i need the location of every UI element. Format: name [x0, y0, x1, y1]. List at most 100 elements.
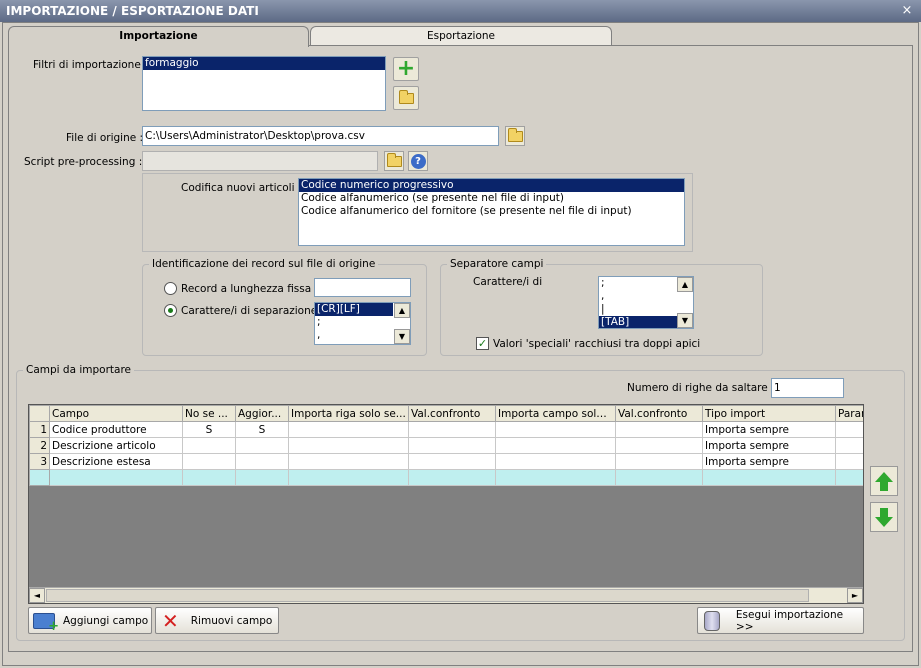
add-filter-button[interactable]: + [393, 57, 419, 81]
filter-item[interactable]: formaggio [143, 57, 385, 70]
browse-script-button[interactable] [384, 151, 404, 171]
radio-sep[interactable] [164, 304, 177, 317]
table-cell[interactable] [182, 437, 236, 454]
add-field-label: Aggiungi campo [63, 614, 149, 627]
scroll-down-icon[interactable]: ▼ [394, 329, 410, 344]
encoding-item[interactable]: Codice alfanumerico (se presente nel fil… [299, 192, 684, 205]
table-cell[interactable]: Codice produttore [49, 421, 183, 438]
table-cell[interactable] [288, 469, 409, 486]
table-cell[interactable] [835, 469, 863, 486]
table-cell[interactable] [835, 437, 863, 454]
tab-esportazione[interactable]: Esportazione [310, 26, 612, 46]
table-cell[interactable]: Descrizione articolo [49, 437, 183, 454]
browse-source-button[interactable] [505, 126, 525, 146]
table-cell[interactable] [495, 437, 616, 454]
radio-separator[interactable]: Carattere/i di separazione [164, 304, 317, 317]
table-cell[interactable]: Importa sempre [702, 421, 836, 438]
field-sep-item[interactable]: | [599, 303, 677, 316]
move-down-button[interactable] [870, 502, 898, 532]
special-values-checkbox[interactable]: ✓ Valori 'speciali' racchiusi tra doppi … [476, 337, 700, 350]
close-icon[interactable]: × [899, 0, 915, 22]
table-cell[interactable] [615, 437, 703, 454]
open-filter-button[interactable] [393, 86, 419, 110]
field-sep-item[interactable]: ; [599, 277, 677, 290]
table-cell[interactable] [495, 453, 616, 470]
skip-rows-input[interactable]: 1 [771, 378, 844, 398]
folder-icon [398, 89, 414, 104]
column-header[interactable]: Val.confronto [408, 405, 496, 422]
encoding-list[interactable]: Codice numerico progressivo Codice alfan… [298, 178, 685, 246]
table-cell[interactable]: S [235, 421, 289, 438]
table-cell[interactable] [408, 421, 496, 438]
column-header[interactable]: Param [835, 405, 863, 422]
separator-item[interactable]: ; [315, 316, 393, 329]
column-header[interactable]: Val.confronto [615, 405, 703, 422]
run-import-button[interactable]: Esegui importazione >> [697, 607, 864, 634]
add-field-button[interactable]: + Aggiungi campo [28, 607, 152, 634]
table-cell[interactable]: S [182, 421, 236, 438]
table-row[interactable]: 1 Codice produttore S S Importa sempre [29, 421, 863, 438]
table-cell[interactable]: Descrizione estesa [49, 453, 183, 470]
script-input[interactable] [142, 151, 378, 171]
encoding-item[interactable]: Codice numerico progressivo [299, 179, 684, 192]
table-cell[interactable]: Importa sempre [702, 437, 836, 454]
table-cell[interactable] [408, 453, 496, 470]
table-cell[interactable] [495, 469, 616, 486]
script-help-button[interactable]: ? [408, 151, 428, 171]
scroll-up-icon[interactable]: ▲ [394, 303, 410, 318]
table-cell[interactable] [702, 469, 836, 486]
separator-item[interactable]: [CR][LF] [315, 303, 393, 316]
radio-fixed[interactable] [164, 282, 177, 295]
table-row[interactable]: 2 Descrizione articolo Importa sempre [29, 437, 863, 454]
table-cell[interactable] [615, 421, 703, 438]
table-cell[interactable] [408, 469, 496, 486]
table-cell[interactable] [49, 469, 183, 486]
filters-list[interactable]: formaggio [142, 56, 386, 111]
source-file-input[interactable]: C:\Users\Administrator\Desktop\prova.csv [142, 126, 499, 146]
move-up-button[interactable] [870, 466, 898, 496]
scroll-left-icon[interactable]: ◄ [29, 588, 45, 603]
table-cell[interactable] [288, 453, 409, 470]
field-sep-item[interactable]: , [599, 290, 677, 303]
table-cell[interactable] [835, 421, 863, 438]
table-cell[interactable] [235, 437, 289, 454]
table-cell[interactable] [408, 437, 496, 454]
table-cell[interactable] [288, 437, 409, 454]
table-cell[interactable] [235, 453, 289, 470]
scroll-right-icon[interactable]: ► [847, 588, 863, 603]
table-cell[interactable] [835, 453, 863, 470]
radio-fixed-length[interactable]: Record a lunghezza fissa [164, 282, 311, 295]
field-separator-list[interactable]: ; , | [TAB] ▲ ▼ [598, 276, 694, 329]
encoding-item[interactable]: Codice alfanumerico del fornitore (se pr… [299, 205, 684, 218]
scroll-up-icon[interactable]: ▲ [677, 277, 693, 292]
column-header[interactable]: Importa campo solo s... [495, 405, 616, 422]
tab-importazione[interactable]: Importazione [8, 26, 309, 47]
remove-field-button[interactable]: ✕ Rimuovi campo [155, 607, 279, 634]
table-cell[interactable] [495, 421, 616, 438]
fixed-length-input[interactable] [314, 278, 411, 297]
check-icon[interactable]: ✓ [476, 337, 489, 350]
column-header[interactable]: Aggior... [235, 405, 289, 422]
column-header[interactable]: No se ... [182, 405, 236, 422]
plus-icon: + [396, 56, 416, 81]
column-header[interactable]: Importa riga solo se... [288, 405, 409, 422]
table-cell[interactable] [235, 469, 289, 486]
field-sep-item[interactable]: [TAB] [599, 316, 677, 328]
new-row[interactable] [29, 469, 863, 486]
table-cell[interactable] [182, 469, 236, 486]
table-cell[interactable] [288, 421, 409, 438]
table-cell[interactable]: Importa sempre [702, 453, 836, 470]
fields-legend: Campi da importare [26, 364, 131, 376]
table-row[interactable]: 3 Descrizione estesa Importa sempre [29, 453, 863, 470]
column-header[interactable]: Campo [49, 405, 183, 422]
column-header[interactable]: Tipo import [702, 405, 836, 422]
scroll-thumb[interactable] [46, 589, 809, 602]
horizontal-scrollbar[interactable]: ◄ ► [29, 587, 863, 603]
record-separator-list[interactable]: [CR][LF] ; , ▲ ▼ [314, 302, 411, 345]
fields-grid[interactable]: Campo No se ... Aggior... Importa riga s… [28, 404, 864, 604]
table-cell[interactable] [182, 453, 236, 470]
table-cell[interactable] [615, 469, 703, 486]
scroll-down-icon[interactable]: ▼ [677, 313, 693, 328]
table-cell[interactable] [615, 453, 703, 470]
separator-item[interactable]: , [315, 329, 393, 342]
